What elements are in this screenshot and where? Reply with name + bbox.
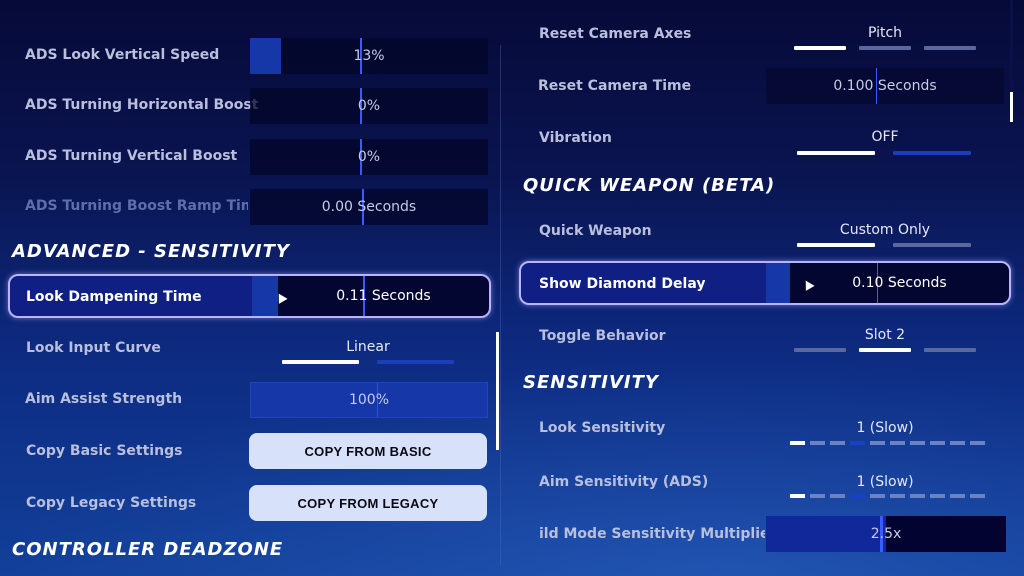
option-bar [893,151,971,155]
setting-label: Copy Basic Settings [26,443,183,459]
right-scroll-track [1010,0,1013,92]
setting-label: ADS Turning Horizontal Boost [25,97,259,113]
setting-label: Reset Camera Time [538,78,692,94]
option-bar [924,46,976,50]
option-indicator [282,360,454,364]
option-bar-selected [859,348,911,352]
option-bar [794,348,846,352]
sensitivity-segment[interactable] [850,441,865,445]
aim-sensitivity-segments[interactable] [790,494,985,498]
sensitivity-segment[interactable] [830,494,845,498]
sensitivity-segment[interactable] [910,494,925,498]
setting-label: Copy Legacy Settings [26,495,197,511]
setting-label: ADS Turning Vertical Boost [25,148,238,164]
aim-assist-strength-slider[interactable]: 100% [250,382,488,418]
option-indicator [794,348,976,352]
ads-turning-horizontal-boost-slider[interactable]: 0% [250,88,488,124]
column-divider [500,45,501,565]
setting-label: ADS Turning Boost Ramp Tim [25,198,248,214]
sensitivity-segment-selected[interactable] [790,441,805,445]
left-scrollbar[interactable] [496,332,499,450]
setting-label: Look Dampening Time [26,289,202,305]
setting-show-diamond-delay[interactable]: Show Diamond Delay 0.10 Seconds [519,261,1011,305]
right-settings-column: Reset Camera Axes Pitch Reset Camera Tim… [510,0,1024,576]
slider-value: 100% [348,392,390,408]
sensitivity-segment[interactable] [930,441,945,445]
option-bar [859,46,911,50]
setting-label: Look Input Curve [26,340,161,356]
option-bar [924,348,976,352]
copy-from-legacy-button[interactable]: COPY FROM LEGACY [249,485,487,521]
option-bar-selected [797,243,875,247]
sensitivity-segment[interactable] [830,441,845,445]
slider-value: 2.5x [870,526,902,542]
section-title-sensitivity: SENSITIVITY [523,372,659,393]
sensitivity-segment-selected[interactable] [790,494,805,498]
option-indicator [794,46,976,50]
sensitivity-segment[interactable] [910,441,925,445]
sensitivity-segment[interactable] [810,494,825,498]
sensitivity-segment[interactable] [810,441,825,445]
sensitivity-segment[interactable] [890,441,905,445]
ads-turning-vertical-boost-slider[interactable]: 0% [250,139,488,175]
ads-turning-boost-ramp-time-slider[interactable]: 0.00 Seconds [250,189,488,225]
option-value: Custom Only [839,222,931,238]
option-value: 1 (Slow) [856,420,914,436]
option-value: 1 (Slow) [856,474,914,490]
setting-label: Quick Weapon [539,223,652,239]
option-bar-selected [794,46,846,50]
slider-value: 13% [353,48,385,64]
slider-value: 0.10 Seconds [852,275,947,291]
sensitivity-segment[interactable] [890,494,905,498]
setting-label: Aim Sensitivity (ADS) [539,474,709,490]
reset-camera-time-slider[interactable]: 0.100 Seconds [766,68,1004,104]
option-value: OFF [871,129,899,145]
setting-label: ADS Look Vertical Speed [25,47,220,63]
sensitivity-segment[interactable] [870,441,885,445]
setting-label: Aim Assist Strength [25,391,183,407]
slider-value: 0.11 Seconds [336,288,431,304]
left-settings-column: ADS Look Vertical Speed 13% ADS Turning … [0,0,500,576]
slider-value: 0.00 Seconds [321,199,417,215]
sensitivity-segment[interactable] [850,494,865,498]
ads-look-vertical-speed-slider[interactable]: 13% [250,38,488,74]
setting-label: Toggle Behavior [539,328,666,344]
sensitivity-segment[interactable] [930,494,945,498]
option-indicator [797,243,971,247]
sensitivity-segment[interactable] [870,494,885,498]
build-mode-multiplier-slider[interactable]: 2.5x [766,516,1006,552]
setting-label: Reset Camera Axes [539,26,692,42]
slider-value: 0% [357,149,381,165]
option-bar [377,360,454,364]
setting-label: Vibration [539,130,612,146]
look-sensitivity-segments[interactable] [790,441,985,445]
option-value: Pitch [867,25,903,41]
setting-label: ild Mode Sensitivity Multiplier [539,526,765,542]
option-indicator [797,151,971,155]
option-bar-selected [282,360,359,364]
slider-value: 0% [357,98,381,114]
setting-label: Show Diamond Delay [539,276,706,292]
right-scrollbar[interactable] [1010,92,1013,122]
sensitivity-segment[interactable] [950,494,965,498]
option-value: Slot 2 [864,327,906,343]
section-title-advanced-sensitivity: ADVANCED - SENSITIVITY [12,241,290,262]
sensitivity-segment[interactable] [970,441,985,445]
copy-from-basic-button[interactable]: COPY FROM BASIC [249,433,487,469]
setting-label: Look Sensitivity [539,420,666,436]
slider-fill [766,263,790,303]
sensitivity-segment[interactable] [970,494,985,498]
slider-value: 0.100 Seconds [833,78,937,94]
option-bar-selected [797,151,875,155]
option-value: Linear [346,339,390,355]
section-title-controller-deadzone: CONTROLLER DEADZONE [12,539,284,560]
sensitivity-segment[interactable] [950,441,965,445]
setting-look-dampening-time[interactable]: Look Dampening Time 0.11 Seconds [8,274,491,318]
option-bar [893,243,971,247]
section-title-quick-weapon: QUICK WEAPON (BETA) [523,175,776,196]
